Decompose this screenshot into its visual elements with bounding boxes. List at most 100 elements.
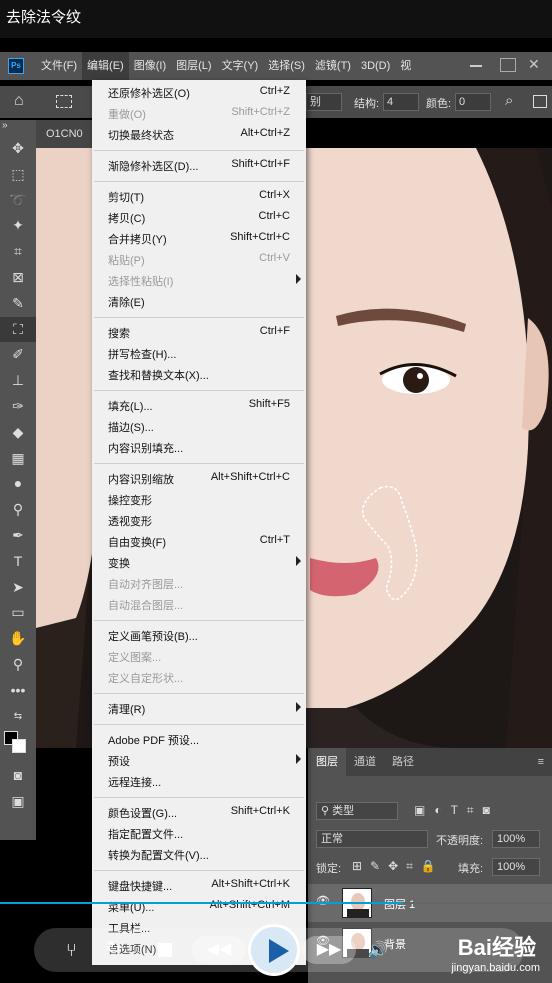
edit-menu-item[interactable]: 填充(L)... Shift+F5 [92,395,306,416]
edit-menu-item[interactable]: 自由变换(F) Ctrl+T [92,531,306,552]
menu-filter[interactable]: 滤镜(T) [310,52,356,80]
dodge-tool-icon[interactable]: ⚲ [0,497,36,523]
workspace-icon[interactable] [533,95,547,108]
quick-mask-icon[interactable]: ◙ [0,763,36,789]
menu-select[interactable]: 选择(S) [263,52,310,80]
edit-menu-item[interactable]: 内容识别填充... [92,437,306,458]
menu-image[interactable]: 图像(I) [129,52,171,80]
minimize-icon[interactable] [470,65,482,67]
brush-tool-icon[interactable]: ✐ [0,342,36,368]
edit-menu-item[interactable]: 定义自定形状... [92,667,306,688]
menu-file[interactable]: 文件(F) [36,52,82,80]
edit-menu-item[interactable]: 转换为配置文件(V)... [92,844,306,865]
edit-menu-item[interactable]: 自动对齐图层... [92,573,306,594]
video-progress-bar[interactable] [0,902,552,904]
play-button[interactable] [248,924,300,976]
edit-menu-item[interactable]: 定义图案... [92,646,306,667]
stop-icon[interactable] [158,943,172,957]
replay-icon[interactable]: ↻ [106,938,121,959]
move-tool-icon[interactable]: ✥ [0,136,36,162]
eyedropper-icon[interactable]: ✎ [0,291,36,317]
tab-paths[interactable]: 路径 [384,748,422,776]
frame-tool-icon[interactable]: ⊠ [0,265,36,291]
document-tab[interactable]: O1CN0 [36,120,96,148]
magic-wand-icon[interactable]: ✦ [0,213,36,239]
edit-menu-item[interactable]: 拼写检查(H)... [92,343,306,364]
mode-select[interactable]: 别 [306,93,342,111]
menu-view[interactable]: 视 [395,52,416,80]
edit-menu-item[interactable]: 清理(R) [92,698,306,719]
menu-type[interactable]: 文字(Y) [217,52,264,80]
home-icon[interactable]: ⌂ [14,92,24,110]
swap-colors-icon[interactable]: ⇆ [0,704,36,730]
edit-menu-item[interactable]: 颜色设置(G)... Shift+Ctrl+K [92,802,306,823]
shape-tool-icon[interactable]: ▭ [0,600,36,626]
edit-menu-item[interactable]: 变换 [92,552,306,573]
fill-input[interactable]: 100% [492,858,540,876]
edit-menu-item[interactable]: 自动混合图层... [92,594,306,615]
edit-menu-item[interactable]: 预设 [92,750,306,771]
edit-menu-item[interactable]: 定义画笔预设(B)... [92,625,306,646]
tab-layers[interactable]: 图层 [308,748,346,776]
edit-menu-item[interactable]: 查找和替换文本(X)... [92,364,306,385]
patch-tool-icon[interactable]: ⛶ [0,316,36,343]
edit-menu-item[interactable]: 描边(S)... [92,416,306,437]
lasso-tool-icon[interactable]: ➰ [0,188,36,214]
crop-tool-icon[interactable]: ⌗ [0,239,36,265]
edit-menu-item[interactable]: 粘贴(P) Ctrl+V [92,249,306,270]
menu-layer[interactable]: 图层(L) [171,52,216,80]
edit-menu-item[interactable]: 还原修补选区(O) Ctrl+Z [92,82,306,103]
background-color[interactable] [12,739,26,754]
volume-icon[interactable]: 🔊 [368,940,388,960]
layer-filter-select[interactable]: ⚲ 类型 [316,802,398,820]
fast-forward-icon[interactable]: ▶▶ [302,936,356,964]
more-tools-icon[interactable]: ••• [0,678,36,704]
color-swatches[interactable] [0,729,36,763]
marquee-tool-icon[interactable]: ⬚ [0,162,36,188]
search-icon[interactable]: ⌕ [505,92,513,109]
path-select-icon[interactable]: ➤ [0,575,36,601]
maximize-icon[interactable] [500,58,516,72]
edit-menu-item[interactable]: 合并拷贝(Y) Shift+Ctrl+C [92,228,306,249]
close-icon[interactable]: ✕ [528,56,540,73]
tab-channels[interactable]: 通道 [346,748,384,776]
eraser-icon[interactable]: ◆ [0,420,36,446]
edit-menu-item[interactable]: Adobe PDF 预设... [92,729,306,750]
edit-menu-item[interactable]: 搜索 Ctrl+F [92,322,306,343]
marquee-preset-icon[interactable] [56,95,72,108]
edit-menu-item[interactable]: 操控变形 [92,489,306,510]
edit-menu-item[interactable]: 渐隐修补选区(D)... Shift+Ctrl+F [92,155,306,176]
structure-select[interactable]: 4 [383,93,419,111]
share-icon[interactable]: ⑂ [66,940,77,961]
type-tool-icon[interactable]: T [0,549,36,575]
lock-icons[interactable]: ⊞✎✥⌗🔒 [352,859,444,874]
history-brush-icon[interactable]: ✑ [0,394,36,420]
hand-tool-icon[interactable]: ✋ [0,626,36,652]
edit-menu-item[interactable]: 切换最终状态 Alt+Ctrl+Z [92,124,306,145]
menu-edit[interactable]: 编辑(E) [82,52,129,80]
menu-3d[interactable]: 3D(D) [356,52,395,80]
edit-menu-item[interactable]: 远程连接... [92,771,306,792]
blur-tool-icon[interactable]: ● [0,471,36,497]
collapse-icon[interactable]: » [0,120,36,136]
edit-menu-item[interactable]: 拷贝(C) Ctrl+C [92,207,306,228]
gradient-tool-icon[interactable]: ▦ [0,446,36,472]
edit-menu-item[interactable]: 重做(O) Shift+Ctrl+Z [92,103,306,124]
screen-mode-icon[interactable]: ▣ [0,789,36,815]
edit-menu-item[interactable]: 选择性粘贴(I) [92,270,306,291]
edit-menu-item[interactable]: 指定配置文件... [92,823,306,844]
edit-menu-item[interactable]: 键盘快捷键... Alt+Shift+Ctrl+K [92,875,306,896]
panel-menu-icon[interactable]: ≡ [538,748,552,776]
edit-menu-item[interactable]: 透视变形 [92,510,306,531]
opacity-input[interactable]: 100% [492,830,540,848]
edit-menu-item[interactable]: 内容识别缩放 Alt+Shift+Ctrl+C [92,468,306,489]
edit-menu-item[interactable]: 清除(E) [92,291,306,312]
edit-menu-item[interactable]: 剪切(T) Ctrl+X [92,186,306,207]
stamp-tool-icon[interactable]: ⊥ [0,368,36,394]
pen-tool-icon[interactable]: ✒ [0,523,36,549]
menu-item-label: 预设 [108,756,130,768]
zoom-tool-icon[interactable]: ⚲ [0,652,36,678]
color-select[interactable]: 0 [455,93,491,111]
blend-mode-select[interactable]: 正常 [316,830,428,848]
rewind-icon[interactable]: ◀◀ [192,936,246,964]
